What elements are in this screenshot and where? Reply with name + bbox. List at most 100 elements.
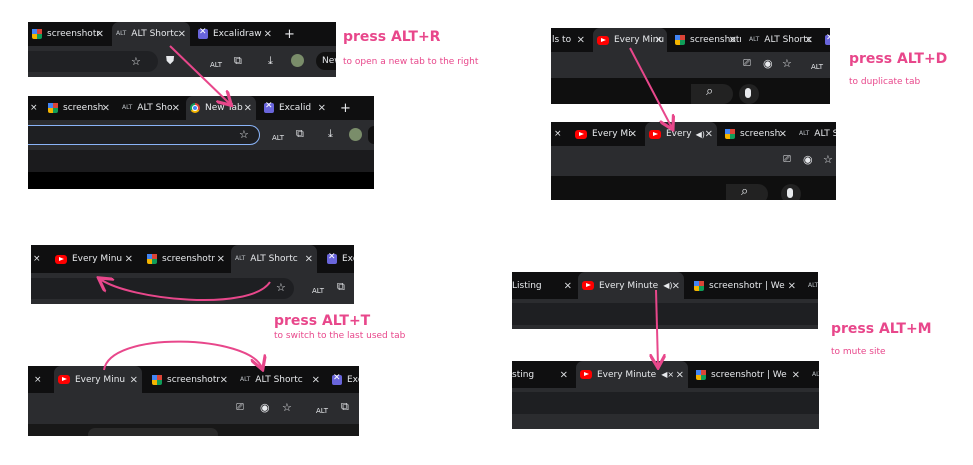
profile-button[interactable]: New [316,52,336,70]
tab-excalidraw[interactable]: Exc [328,366,359,393]
close-tab-icon[interactable]: × [125,254,133,265]
close-tab-icon[interactable]: × [33,254,41,264]
address-bar[interactable] [512,392,819,414]
close-tab-icon[interactable]: × [244,103,252,114]
tab-every-minute[interactable]: Every Mi × [571,122,641,146]
tab-new-tab[interactable]: New Tab × [186,96,256,120]
tab-every-minute-duplicate[interactable]: Every ◀) × [645,122,717,146]
cast-icon[interactable]: ⎚ [236,402,244,414]
close-tab-icon[interactable]: × [178,29,186,40]
address-bar[interactable] [31,278,294,299]
alt-extension-icon[interactable]: ALT [272,132,284,144]
voice-search-button[interactable] [781,184,801,200]
cast-icon[interactable]: ⎚ [743,58,751,70]
tab-excalidraw[interactable]: Excalidraw × [194,22,276,46]
tab-excalidraw[interactable]: Excalid × [260,96,330,120]
tab-excalidraw[interactable] [821,28,830,52]
close-tab-icon[interactable]: × [560,369,568,380]
tab-listing[interactable]: ls to × [551,28,589,52]
address-bar[interactable] [512,303,818,325]
close-tab-icon[interactable]: × [792,369,800,380]
tab-alt-shortcuts[interactable]: ALT ALT Shortc × [231,245,317,273]
tab-every-minute[interactable]: Every Minute ◀× × [576,361,688,388]
close-tab-icon[interactable]: × [172,103,180,114]
extensions-icon[interactable]: ⧉ [337,281,345,293]
close-tab-icon[interactable]: × [217,254,225,265]
extensions-icon[interactable]: ⧉ [234,55,242,67]
shield-icon[interactable]: ⛊ [166,55,174,67]
tab-screenshotr[interactable]: screenshotr | We × [690,272,800,299]
voice-search-button[interactable] [739,84,759,104]
alt-extension-icon[interactable]: ALT [210,59,222,71]
close-tab-icon[interactable]: × [130,374,138,385]
tab-every-minute[interactable]: Every Minu × [593,28,667,52]
bookmark-star-icon[interactable]: ☆ [276,282,286,294]
tab-every-minute[interactable]: Every Minute ◀) × [578,272,684,299]
avatar[interactable] [349,128,362,141]
close-tab-icon[interactable]: × [30,103,38,113]
tab-screenshotr[interactable]: screenshotr × [148,366,232,393]
extensions-icon[interactable]: ⧉ [341,401,349,413]
close-tab-icon[interactable]: × [729,35,737,46]
close-tab-icon[interactable]: × [577,35,585,46]
bookmark-star-icon[interactable]: ☆ [239,129,249,141]
close-tab-icon[interactable]: × [564,280,572,291]
tab-alt-shortcuts[interactable]: ALT [804,272,818,299]
youtube-search-button[interactable]: ⌕ [726,184,768,200]
close-tab-icon[interactable]: × [264,29,272,40]
profile-button[interactable] [368,126,374,144]
eye-icon[interactable]: ◉ [763,58,773,70]
tab-excalidraw[interactable]: Exc [323,245,354,273]
eye-icon[interactable]: ◉ [260,402,270,414]
close-tab-icon[interactable]: × [34,375,42,385]
tab-every-minute[interactable]: Every Minu × [54,366,142,393]
close-tab-icon[interactable]: × [102,103,110,114]
close-tab-icon[interactable]: × [676,369,684,380]
close-tab-icon[interactable]: × [629,129,637,140]
tab-screenshotr[interactable]: screenshotr × [671,28,741,52]
tab-listing[interactable]: × [551,122,567,146]
bookmark-star-icon[interactable]: ☆ [282,402,292,414]
tab-screenshotr[interactable]: screenshotr | We × [692,361,804,388]
download-icon[interactable]: ⤓ [328,128,333,140]
bookmark-star-icon[interactable]: ☆ [131,56,141,68]
close-tab-icon[interactable]: × [655,35,663,46]
close-tab-icon[interactable]: × [220,374,228,385]
tab-alt-shortcuts[interactable]: ALT ALT S [795,122,836,146]
close-tab-icon[interactable]: × [318,103,326,114]
download-icon[interactable]: ⤓ [268,55,273,67]
new-tab-button[interactable]: + [336,96,356,120]
tab-alt-shortcuts[interactable]: ALT ALT Shortc × [112,22,190,46]
eye-icon[interactable]: ◉ [803,154,813,166]
tab-every-minute[interactable]: Every Minu × [51,245,137,273]
tab-alt-shortcuts[interactable]: ALT ALT Sho × [118,96,184,120]
close-tab-icon[interactable]: × [705,129,713,140]
close-tab-icon[interactable]: × [554,129,562,139]
tab-listing[interactable]: sting × [512,361,572,388]
alt-extension-icon[interactable]: ALT [316,405,328,417]
tab-listing[interactable]: × [28,366,46,393]
tab-screenshotr[interactable]: screensh × [721,122,791,146]
new-tab-button[interactable]: + [280,22,300,46]
tab-screenshotr[interactable]: screenshotr × [143,245,229,273]
bookmark-star-icon[interactable]: ☆ [823,154,833,166]
tab-alt-shortcuts[interactable]: ALT ALT Shortc × [236,366,324,393]
tab-screenshotr[interactable]: × [28,96,42,120]
speaker-icon[interactable]: ◀) [696,130,705,139]
alt-extension-icon[interactable]: ALT [312,285,324,297]
close-tab-icon[interactable]: × [779,129,787,140]
tab-screenshotr[interactable]: screensh × [44,96,114,120]
avatar[interactable] [291,54,304,67]
youtube-search-button[interactable]: ⌕ [691,84,733,104]
close-tab-icon[interactable]: × [312,374,320,385]
muted-speaker-icon[interactable]: ◀× [661,370,674,379]
tab-listing[interactable]: × [31,245,45,273]
extensions-icon[interactable]: ⧉ [296,128,304,140]
close-tab-icon[interactable]: × [788,280,796,291]
address-bar[interactable] [28,125,260,145]
tab-listing[interactable]: Listing × [512,272,576,299]
close-tab-icon[interactable]: × [305,254,313,265]
bookmark-star-icon[interactable]: ☆ [782,58,792,70]
tab-alt-shortcuts[interactable]: ALT [808,361,819,388]
alt-extension-icon[interactable]: ALT [811,61,823,73]
